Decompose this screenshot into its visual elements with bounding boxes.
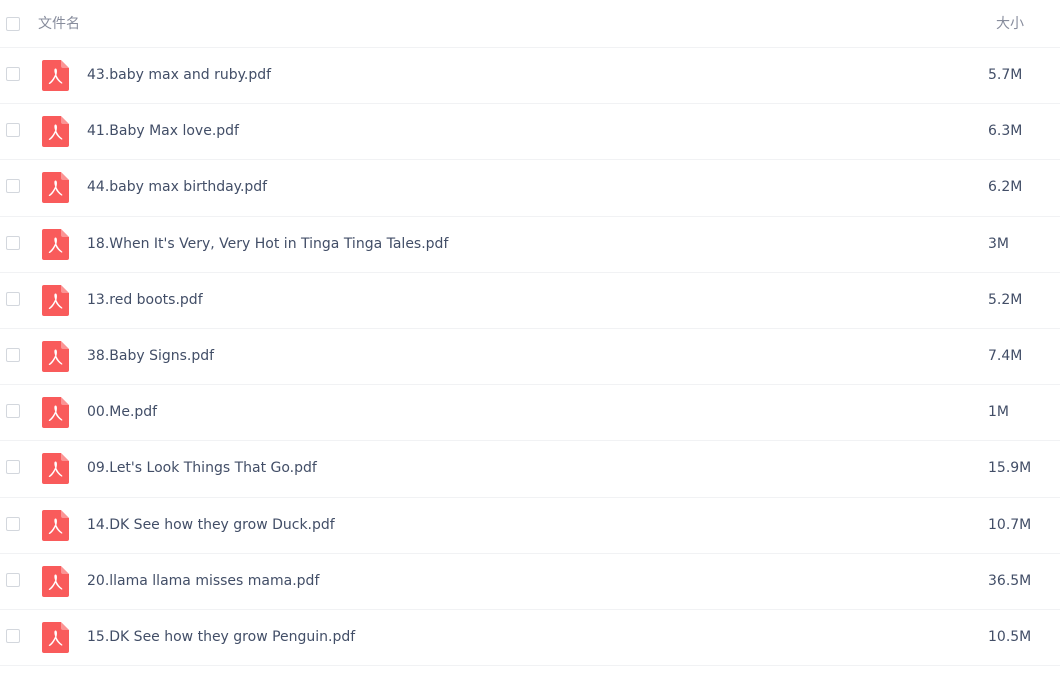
file-row[interactable]: 44.baby max birthday.pdf 6.2M [0,160,1060,217]
file-size: 1M [988,404,1009,421]
file-row[interactable]: 13.red boots.pdf 5.2M [0,273,1060,329]
file-name[interactable]: 13.red boots.pdf [87,291,203,309]
file-size: 36.5M [988,572,1032,589]
file-name[interactable]: 44.baby max birthday.pdf [87,178,267,196]
pdf-icon [42,284,69,316]
column-header-filename[interactable]: 文件名 [38,15,80,33]
file-name[interactable]: 09.Let's Look Things That Go.pdf [87,459,317,477]
pdf-icon [42,172,69,204]
file-name[interactable]: 14.DK See how they grow Duck.pdf [87,516,335,534]
file-row[interactable]: 00.Me.pdf 1M [0,385,1060,442]
select-all-checkbox[interactable] [6,17,20,31]
file-rows: 43.baby max and ruby.pdf 5.7M 41.Baby Ma… [0,48,1060,667]
file-name[interactable]: 00.Me.pdf [87,403,157,421]
row-checkbox[interactable] [6,572,20,587]
row-checkbox[interactable] [6,179,20,194]
file-size: 10.5M [988,628,1032,645]
pdf-icon [42,453,69,485]
pdf-icon [42,228,69,260]
file-row[interactable]: 15.DK See how they grow Penguin.pdf 10.5… [0,610,1060,667]
file-row[interactable]: 09.Let's Look Things That Go.pdf 15.9M [0,441,1060,498]
pdf-icon [42,509,69,541]
file-list-header: 文件名 大小 [0,0,1060,48]
row-checkbox[interactable] [6,404,20,419]
file-size: 6.3M [988,123,1023,140]
file-row[interactable]: 18.When It's Very, Very Hot in Tinga Tin… [0,217,1060,273]
pdf-icon [42,621,69,653]
file-size: 15.9M [988,460,1032,477]
file-row[interactable]: 14.DK See how they grow Duck.pdf 10.7M [0,498,1060,554]
file-name[interactable]: 38.Baby Signs.pdf [87,347,214,365]
file-list: 文件名 大小 43.baby max and ruby.pdf 5.7M 41.… [0,0,1060,674]
file-name[interactable]: 43.baby max and ruby.pdf [87,66,271,84]
file-row[interactable]: 41.Baby Max love.pdf 6.3M [0,104,1060,161]
file-size: 6.2M [988,179,1023,196]
column-header-size[interactable]: 大小 [996,15,1024,33]
file-size: 3M [988,235,1009,252]
file-name[interactable]: 15.DK See how they grow Penguin.pdf [87,628,355,646]
file-row[interactable]: 20.llama llama misses mama.pdf 36.5M [0,554,1060,610]
row-checkbox[interactable] [6,67,20,81]
file-row[interactable]: 43.baby max and ruby.pdf 5.7M [0,48,1060,105]
row-checkbox[interactable] [6,235,20,250]
row-checkbox[interactable] [6,347,20,362]
row-checkbox[interactable] [6,628,20,643]
file-size: 5.2M [988,291,1023,308]
row-checkbox[interactable] [6,291,20,306]
file-size: 10.7M [988,516,1032,533]
file-size: 7.4M [988,347,1023,364]
row-checkbox[interactable] [6,460,20,475]
row-checkbox[interactable] [6,123,20,138]
file-name[interactable]: 41.Baby Max love.pdf [87,122,239,140]
pdf-icon [42,116,69,148]
pdf-icon [42,340,69,372]
file-size: 5.7M [988,67,1023,83]
file-name[interactable]: 20.llama llama misses mama.pdf [87,572,319,590]
pdf-icon [42,397,69,429]
pdf-icon [42,565,69,597]
row-checkbox[interactable] [6,516,20,531]
file-name[interactable]: 18.When It's Very, Very Hot in Tinga Tin… [87,235,448,253]
pdf-icon [42,60,69,91]
file-row[interactable]: 38.Baby Signs.pdf 7.4M [0,329,1060,386]
